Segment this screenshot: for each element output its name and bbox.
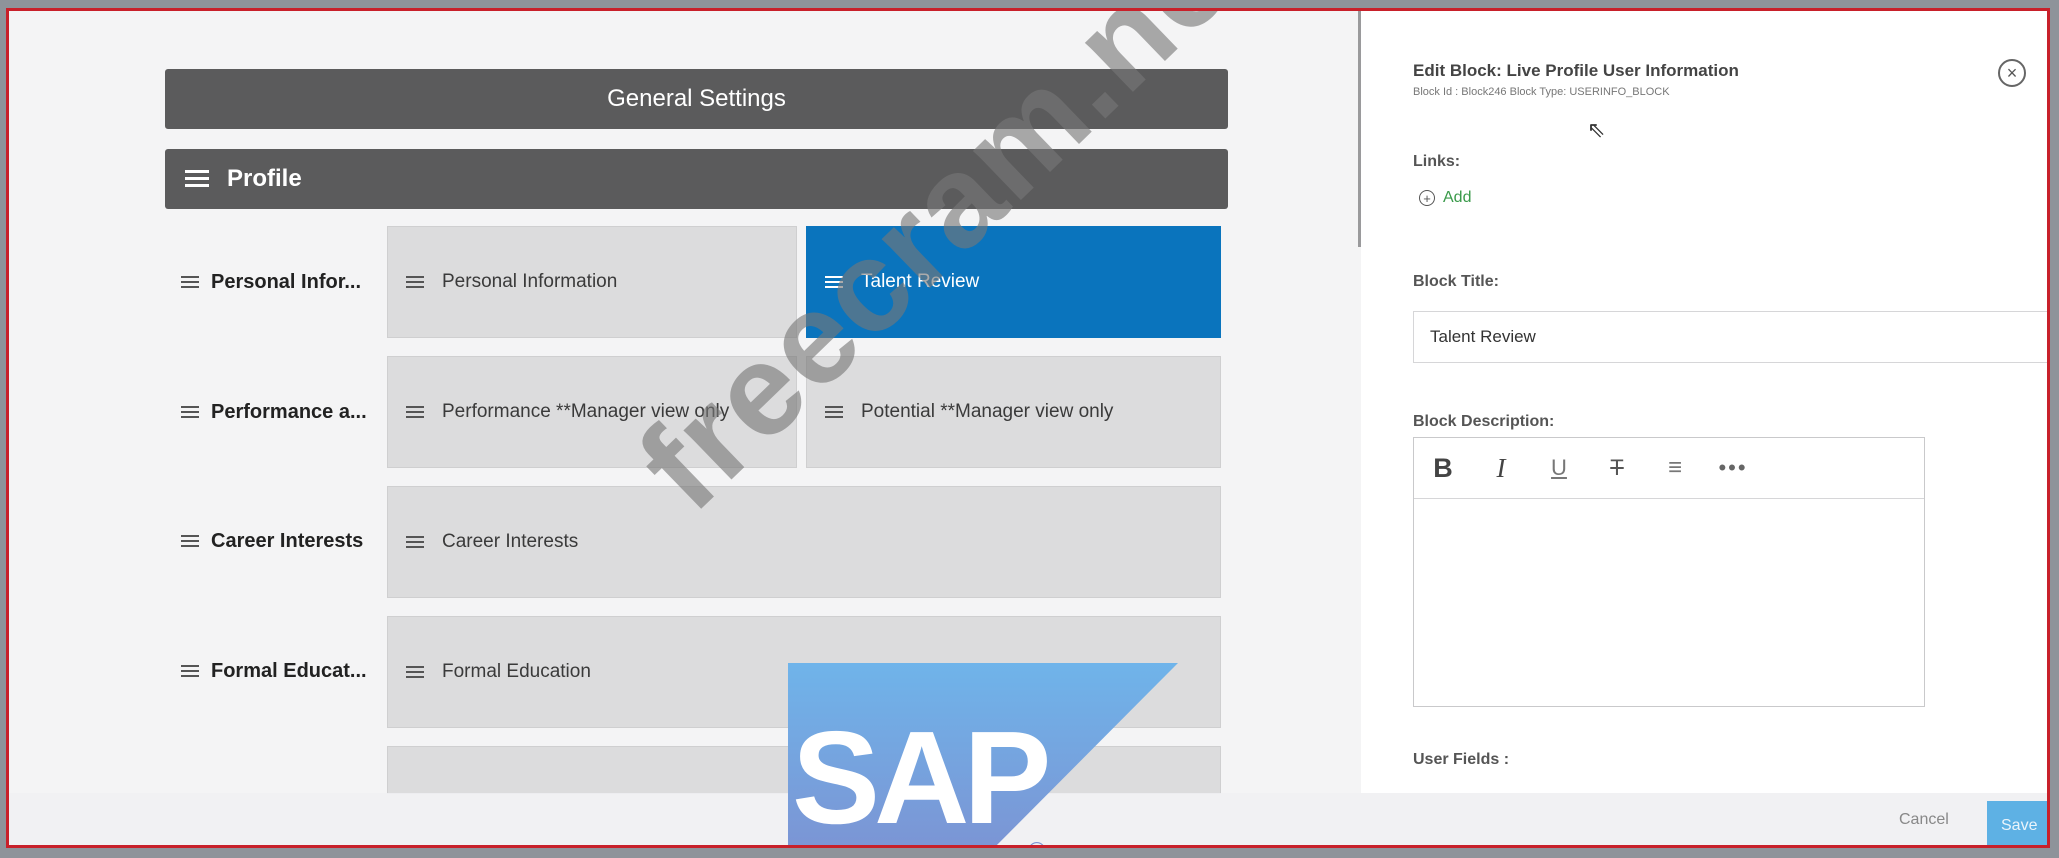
drag-handle-icon[interactable] xyxy=(181,405,199,419)
drag-handle-icon[interactable] xyxy=(406,275,424,289)
rte-toolbar: B I U T ≡ ••• xyxy=(1414,438,1924,499)
row-label-text: Performance a... xyxy=(211,400,367,423)
drag-handle-icon[interactable] xyxy=(181,275,199,289)
save-button-label: Save xyxy=(2001,817,2038,834)
close-icon[interactable]: × xyxy=(1998,59,2026,87)
row-label-formal-education[interactable]: Formal Educat... xyxy=(181,656,381,686)
drag-handle-icon[interactable] xyxy=(406,405,424,419)
block-label: Potential **Manager view only xyxy=(861,401,1114,422)
block-label: Career Interests xyxy=(442,531,579,552)
general-settings-title: General Settings xyxy=(607,85,786,112)
bold-icon[interactable]: B xyxy=(1414,453,1472,484)
drag-handle-icon[interactable] xyxy=(406,665,424,679)
block-title-input[interactable] xyxy=(1413,311,2047,363)
panel-title: Edit Block: Live Profile User Informatio… xyxy=(1413,61,1739,80)
panel-subtitle: Block Id : Block246 Block Type: USERINFO… xyxy=(1413,86,1670,98)
strikethrough-icon[interactable]: T xyxy=(1588,455,1646,481)
block-title-label: Block Title: xyxy=(1413,273,1499,290)
block-label: Personal Information xyxy=(442,271,618,292)
user-fields-label: User Fields : xyxy=(1413,751,1510,768)
row-label-text: Personal Infor... xyxy=(211,270,362,293)
rte-text-area[interactable] xyxy=(1414,499,1924,707)
svg-text:®: ® xyxy=(1028,838,1046,848)
drag-handle-icon[interactable] xyxy=(181,664,199,678)
row-label-performance[interactable]: Performance a... xyxy=(181,397,381,427)
svg-text:SAP: SAP xyxy=(792,704,1047,848)
block-description-label: Block Description: xyxy=(1413,413,1555,430)
row-label-text: Career Interests xyxy=(211,529,364,552)
row-label-text: Formal Educat... xyxy=(211,659,367,682)
drag-handle-icon[interactable] xyxy=(406,535,424,549)
add-circle-icon: + xyxy=(1419,190,1435,206)
links-label: Links: xyxy=(1413,153,1461,170)
sap-logo: SAP ® xyxy=(788,663,1178,848)
more-options-icon[interactable]: ••• xyxy=(1704,455,1762,481)
drag-handle-icon[interactable] xyxy=(181,534,199,548)
align-dropdown-icon[interactable]: ≡ xyxy=(1646,454,1704,482)
profile-title: Profile xyxy=(227,165,302,192)
mouse-cursor-icon: ⇖ xyxy=(1587,117,1606,142)
row-label-personal-information[interactable]: Personal Infor... xyxy=(181,267,381,297)
cancel-button[interactable]: Cancel xyxy=(1899,811,1949,829)
add-link-button[interactable]: + Add xyxy=(1419,189,1471,207)
save-button[interactable]: Save xyxy=(1987,801,2047,845)
row-label-career-interests[interactable]: Career Interests xyxy=(181,526,381,556)
block-description-editor[interactable]: B I U T ≡ ••• xyxy=(1413,437,1925,707)
add-link-label: Add xyxy=(1443,189,1472,206)
screenshot-frame: General Settings Profile Personal Infor.… xyxy=(6,8,2050,848)
italic-icon[interactable]: I xyxy=(1472,453,1530,484)
drag-handle-icon[interactable] xyxy=(185,170,209,188)
edit-block-panel: Edit Block: Live Profile User Informatio… xyxy=(1361,11,2047,845)
underline-icon[interactable]: U xyxy=(1530,455,1588,481)
block-career-interests[interactable]: Career Interests xyxy=(387,486,1221,598)
block-label: Formal Education xyxy=(442,661,591,682)
